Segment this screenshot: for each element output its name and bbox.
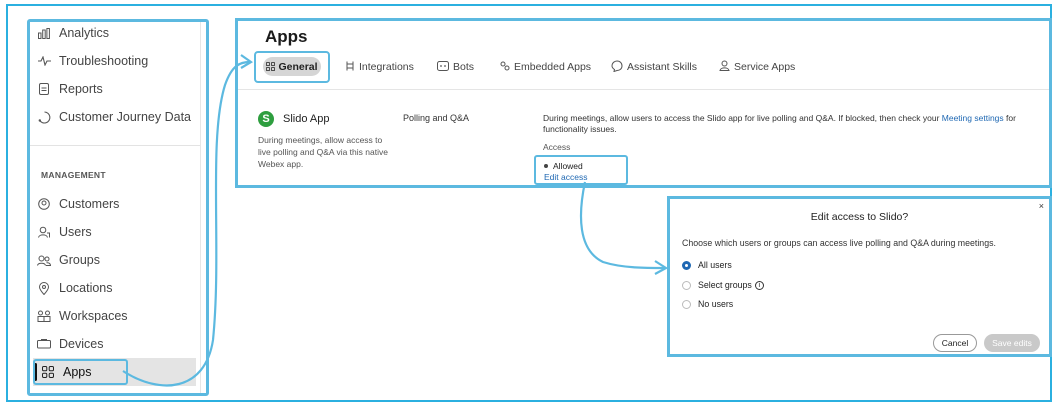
arrow-access-to-dialog — [579, 181, 665, 270]
arrow-apps-to-general — [122, 60, 251, 387]
annotation-arrows — [122, 54, 669, 387]
